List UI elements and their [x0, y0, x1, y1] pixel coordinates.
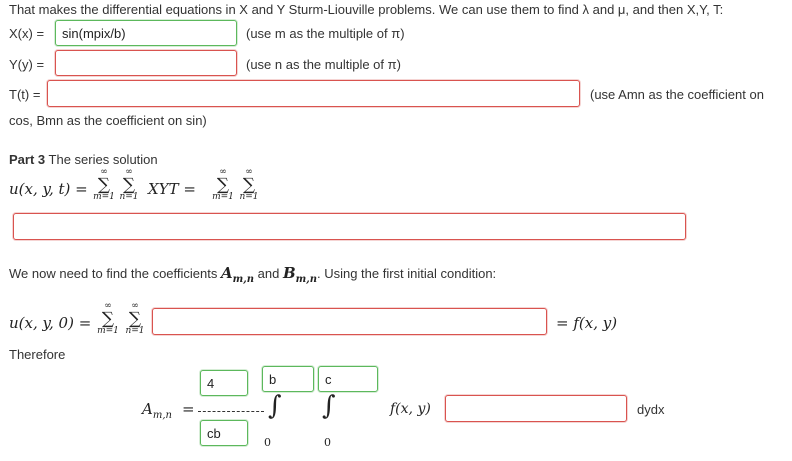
sum-n-1-bottom: n=1: [119, 192, 139, 202]
therefore-text: Therefore: [9, 347, 66, 362]
sigma-icon: ∑: [101, 309, 115, 329]
part3-heading-bold: Part 3: [9, 152, 46, 167]
upper-limit-1-input[interactable]: b: [262, 366, 314, 392]
x-input[interactable]: sin(mpix/b): [55, 20, 237, 46]
intro-text: That makes the differential equations in…: [9, 2, 724, 17]
t-hint: (use Amn as the coefficient on: [590, 87, 764, 102]
lower-limit-1: 0: [264, 436, 271, 449]
series-input[interactable]: [13, 213, 686, 240]
part3-heading: Part 3 The series solution: [9, 152, 158, 167]
coefficients-sentence: We now need to find the coefficients Am,…: [9, 264, 496, 285]
integral-icon: ∫: [268, 391, 282, 421]
numerator-input[interactable]: 4: [200, 370, 248, 396]
bmn-symbol: Bm,n: [282, 264, 317, 285]
sum-m-1-bottom: m=1: [93, 192, 115, 202]
x-hint: (use m as the multiple of π): [246, 26, 405, 41]
sum-n-3-bottom: n=1: [125, 326, 145, 336]
t-label: T(t) =: [9, 87, 41, 102]
sigma-icon: ∑: [122, 175, 136, 195]
y-label: Y(y) =: [9, 57, 45, 72]
t-hint-continued: cos, Bmn as the coefficient on sin): [9, 113, 207, 128]
final-amn: Am,n: [142, 400, 172, 421]
y-input[interactable]: [55, 50, 237, 76]
sum-m-2-bottom: m=1: [212, 192, 234, 202]
part3-heading-rest: The series solution: [45, 152, 158, 167]
integral-icon: ∫: [322, 391, 336, 421]
sigma-icon: ∑: [97, 175, 111, 195]
final-fxy: f(x, y): [390, 401, 431, 417]
upper-limit-2-input[interactable]: c: [318, 366, 378, 392]
sum-m-3-bottom: m=1: [97, 326, 119, 336]
t-input[interactable]: [47, 80, 580, 107]
coeff-and: and: [257, 266, 280, 281]
sum-n-3: ∞ ∑ n=1: [124, 302, 146, 336]
initial-lhs: u(x, y, 0) =: [9, 314, 92, 332]
initial-input[interactable]: [152, 308, 547, 335]
series-lhs: u(x, y, t) =: [9, 180, 88, 198]
sum-n-1: ∞ ∑ n=1: [118, 168, 140, 202]
sum-m-2: ∞ ∑ m=1: [212, 168, 234, 202]
y-hint: (use n as the multiple of π): [246, 57, 401, 72]
sigma-icon: ∑: [216, 175, 230, 195]
final-equals: =: [182, 400, 195, 418]
sigma-icon: ∑: [242, 175, 256, 195]
coeff-text-1: We now need to find the coefficients: [9, 266, 218, 281]
fraction-bar: [198, 411, 264, 412]
lower-limit-2: 0: [324, 436, 331, 449]
sum-m-1: ∞ ∑ m=1: [93, 168, 115, 202]
sigma-icon: ∑: [128, 309, 142, 329]
sum-n-2-bottom: n=1: [239, 192, 259, 202]
coeff-text-2: . Using the first initial condition:: [316, 266, 497, 281]
integrand-input[interactable]: [445, 395, 627, 422]
denominator-input[interactable]: cb: [200, 420, 248, 446]
amn-symbol: Am,n: [221, 264, 254, 285]
series-xyt: XYT =: [148, 180, 196, 198]
final-dydx: dydx: [637, 402, 665, 417]
sum-n-2: ∞ ∑ n=1: [238, 168, 260, 202]
sum-m-3: ∞ ∑ m=1: [97, 302, 119, 336]
initial-rhs: = f(x, y): [556, 314, 618, 332]
x-label: X(x) =: [9, 26, 45, 41]
